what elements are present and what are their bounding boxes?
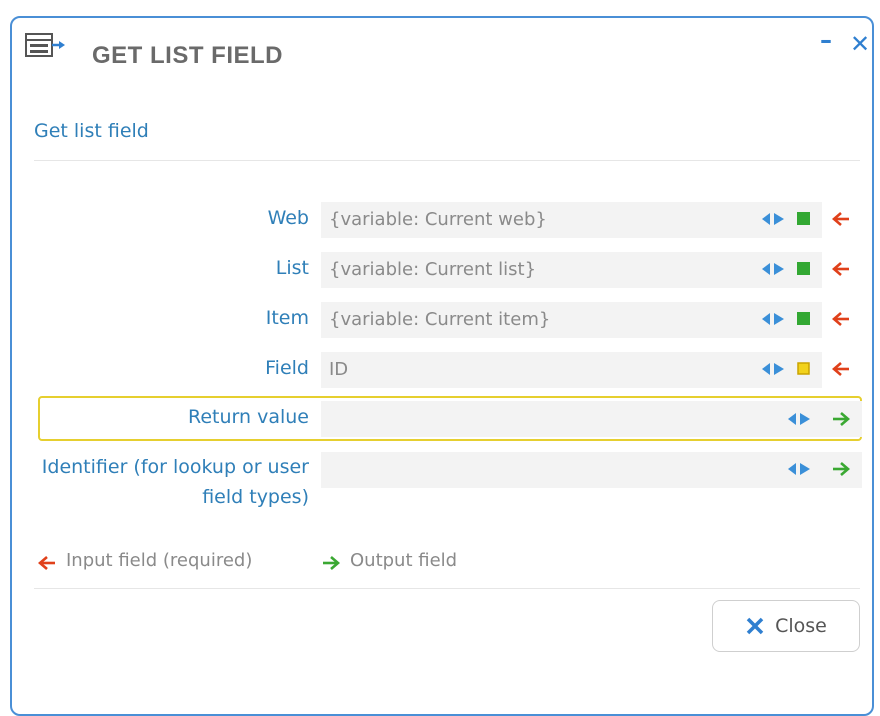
close-button[interactable]: Close	[712, 600, 860, 652]
divider	[34, 160, 860, 161]
list-field-icon	[25, 33, 65, 57]
minimize-button[interactable]: –	[820, 26, 832, 54]
legend-input-text: Input field (required)	[66, 550, 253, 571]
field-picker-icon[interactable]	[762, 362, 784, 376]
field-name-field[interactable]: ID	[321, 352, 822, 388]
field-picker-icon[interactable]	[788, 412, 810, 426]
web-label: Web	[267, 207, 309, 229]
field-picker-icon[interactable]	[788, 462, 810, 476]
input-arrow-icon	[832, 212, 849, 226]
input-arrow-icon	[832, 312, 849, 326]
status-set-icon	[797, 262, 810, 275]
field-picker-icon[interactable]	[762, 212, 784, 226]
return-value-field[interactable]	[321, 401, 862, 437]
input-arrow-icon	[38, 556, 55, 570]
identifier-label: Identifier (for lookup or user field typ…	[41, 456, 309, 508]
input-arrow-icon	[832, 362, 849, 376]
divider	[34, 588, 860, 589]
item-field[interactable]: {variable: Current item}	[321, 302, 822, 338]
input-arrow-icon	[832, 262, 849, 276]
status-set-icon	[797, 312, 810, 325]
identifier-field[interactable]	[321, 452, 862, 488]
close-button-label: Close	[775, 615, 827, 637]
list-label: List	[275, 257, 309, 279]
item-label: Item	[265, 307, 309, 329]
close-icon	[746, 617, 764, 635]
field-picker-icon[interactable]	[762, 312, 784, 326]
dialog-title: GET LIST FIELD	[92, 42, 283, 69]
output-arrow-icon	[833, 462, 850, 476]
output-arrow-icon	[323, 556, 340, 570]
list-field[interactable]: {variable: Current list}	[321, 252, 822, 288]
return-value-label: Return value	[188, 406, 309, 428]
web-field[interactable]: {variable: Current web}	[321, 202, 822, 238]
output-arrow-icon	[833, 412, 850, 426]
field-picker-icon[interactable]	[762, 262, 784, 276]
legend-output-text: Output field	[350, 550, 458, 571]
status-set-icon	[797, 212, 810, 225]
status-warning-icon	[797, 362, 810, 375]
field-label: Field	[265, 357, 309, 379]
close-icon[interactable]: ✕	[850, 30, 870, 58]
section-title: Get list field	[34, 120, 149, 142]
